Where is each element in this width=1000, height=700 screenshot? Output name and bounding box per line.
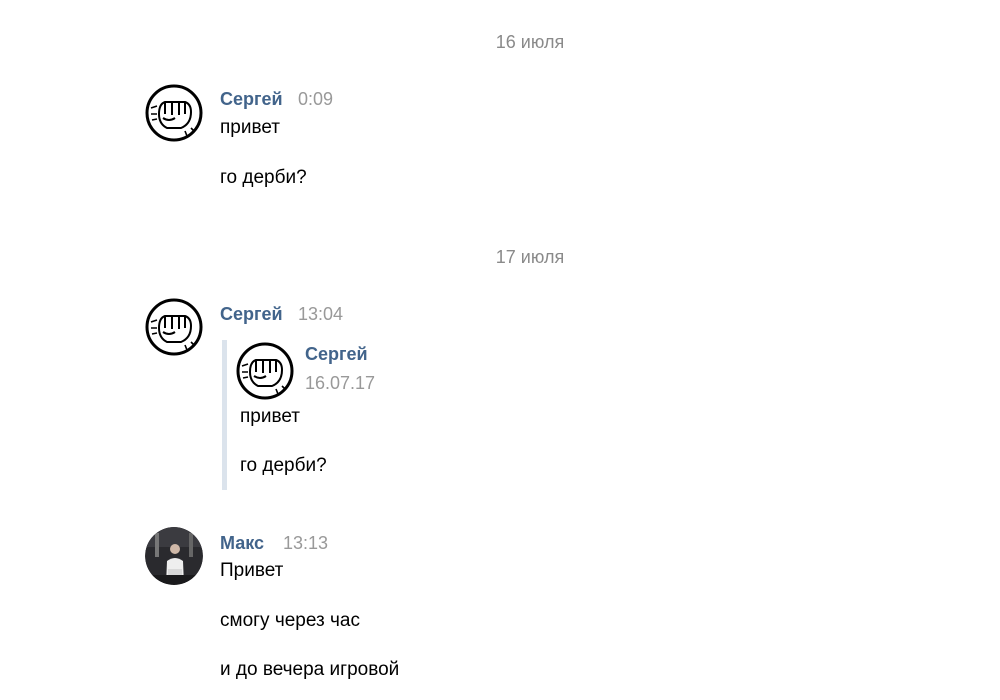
user-photo bbox=[145, 527, 203, 585]
fist-icon bbox=[236, 342, 294, 400]
message-text: смогу через час bbox=[220, 610, 360, 631]
message-text: привет bbox=[220, 117, 280, 138]
forward-bar bbox=[222, 340, 227, 490]
message-text: и до вечера игровой bbox=[220, 659, 400, 680]
forwarded-text: го дерби? bbox=[240, 455, 327, 476]
message-text: Привет bbox=[220, 560, 284, 581]
forwarded-text: привет bbox=[240, 406, 300, 427]
date-separator: 16 июля bbox=[495, 32, 565, 52]
forwarded-author[interactable]: Сергей bbox=[305, 344, 368, 365]
message-author[interactable]: Макс bbox=[220, 533, 264, 554]
avatar[interactable] bbox=[145, 298, 203, 356]
avatar[interactable] bbox=[236, 342, 294, 400]
fist-icon bbox=[145, 298, 203, 356]
avatar[interactable] bbox=[145, 84, 203, 142]
message-time[interactable]: 13:04 bbox=[298, 304, 343, 325]
message-author[interactable]: Сергей bbox=[220, 304, 283, 325]
message-text: го дерби? bbox=[220, 167, 307, 188]
message-author[interactable]: Сергей bbox=[220, 89, 283, 110]
date-separator: 17 июля bbox=[495, 247, 565, 267]
message-time[interactable]: 13:13 bbox=[283, 533, 328, 554]
fist-icon bbox=[145, 84, 203, 142]
avatar[interactable] bbox=[145, 527, 203, 585]
message-time[interactable]: 0:09 bbox=[298, 89, 333, 110]
forwarded-date[interactable]: 16.07.17 bbox=[305, 373, 375, 394]
chat-history: 16 июля Сергей 0:09 привет го дерби? 17 … bbox=[0, 0, 1000, 700]
